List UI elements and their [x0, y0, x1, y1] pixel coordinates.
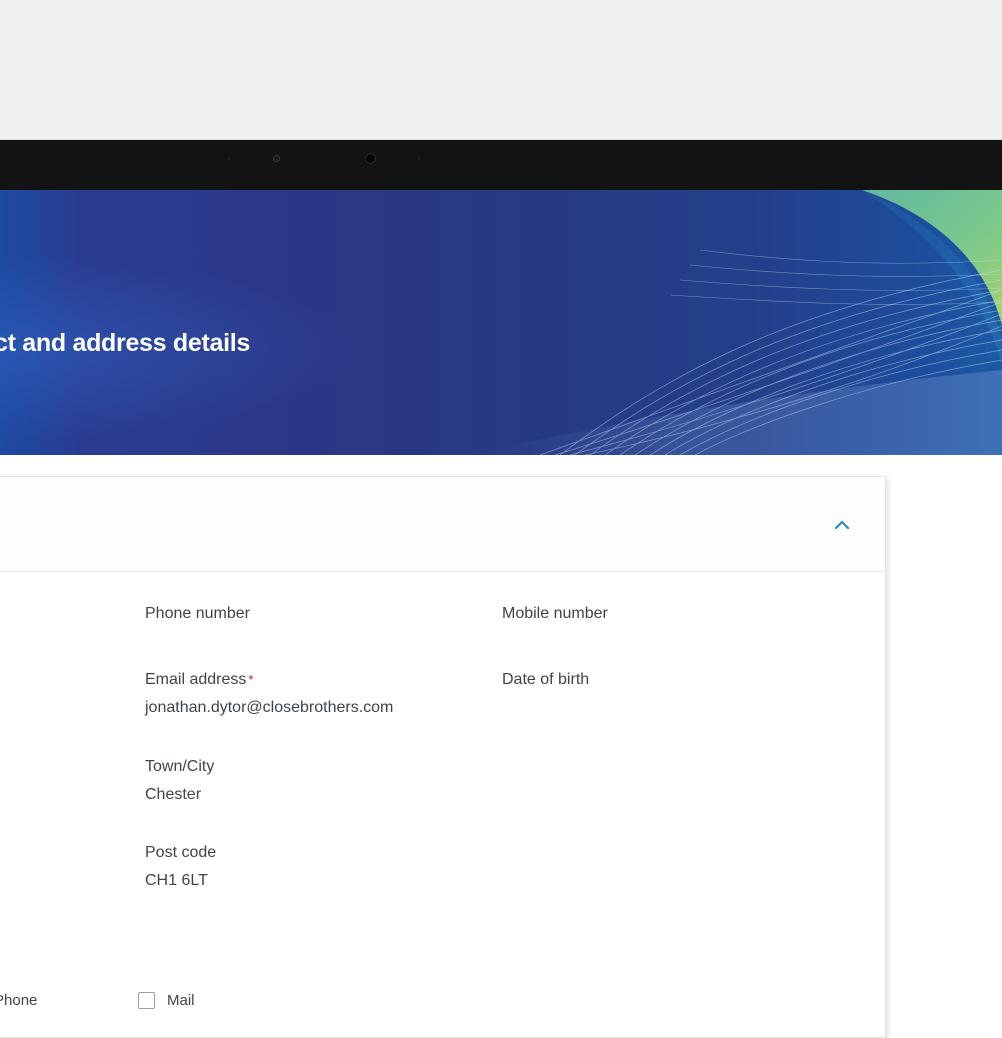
email-address-value: jonathan.dytor@closebrothers.com — [145, 699, 394, 716]
contact-pref-phone-label[interactable]: Phone — [0, 992, 37, 1009]
post-code-label: Post code — [145, 844, 217, 861]
bezel-sensor-dot — [417, 157, 420, 160]
town-city-value: Chester — [145, 786, 202, 803]
email-address-label: Email address — [145, 671, 247, 688]
device-bezel — [0, 140, 1002, 190]
date-of-birth-field: Date of birth — [502, 670, 589, 690]
town-city-field: Town/City Chester — [145, 757, 214, 805]
hero-wave-graphic — [0, 190, 1002, 455]
email-address-label-row: Email address * — [145, 670, 393, 690]
card-header[interactable] — [0, 477, 885, 572]
details-card — [0, 476, 886, 1038]
post-code-value: CH1 6LT — [145, 872, 208, 889]
collapse-button[interactable] — [830, 513, 854, 537]
camera-icon — [365, 153, 376, 164]
mobile-number-field: Mobile number — [502, 604, 608, 624]
page-hero-banner: ct and address details — [0, 190, 1002, 455]
post-code-field: Post code CH1 6LT — [145, 843, 216, 891]
bezel-sensor-dot — [228, 157, 231, 160]
page-title: ct and address details — [0, 329, 250, 357]
town-city-label: Town/City — [145, 758, 215, 775]
required-asterisk: * — [248, 672, 254, 687]
contact-pref-mail-checkbox[interactable] — [138, 992, 155, 1009]
bezel-sensor-dot — [273, 155, 280, 162]
contact-pref-mail-label[interactable]: Mail — [167, 992, 195, 1009]
mobile-number-label: Mobile number — [502, 605, 608, 622]
chevron-up-icon — [835, 521, 849, 529]
phone-number-label: Phone number — [145, 605, 250, 622]
browser-top-area — [0, 0, 1002, 140]
date-of-birth-label: Date of birth — [502, 671, 590, 688]
email-address-field: Email address * jonathan.dytor@closebroth… — [145, 670, 393, 718]
phone-number-field: Phone number — [145, 604, 250, 624]
